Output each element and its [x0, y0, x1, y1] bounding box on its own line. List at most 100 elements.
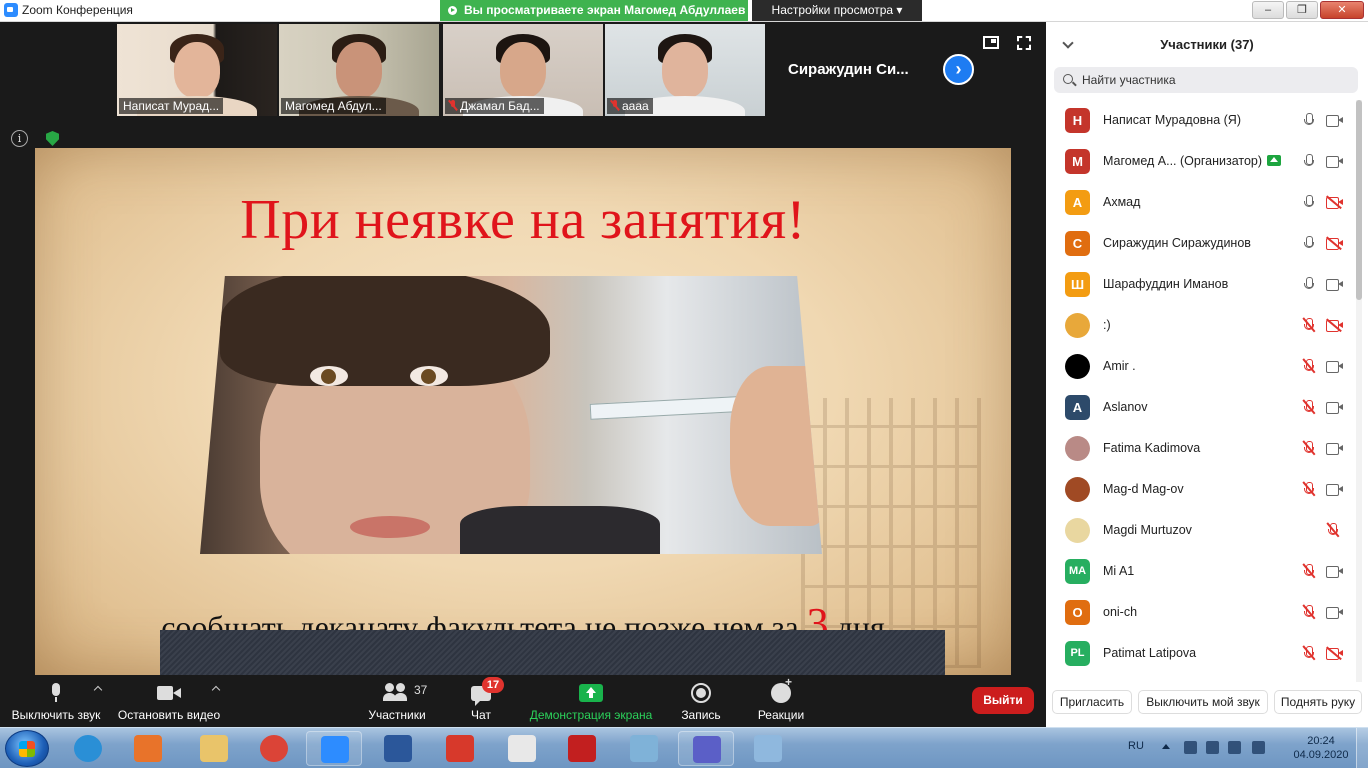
camera-icon[interactable]: [1326, 279, 1343, 291]
participant-search-input[interactable]: [1082, 71, 1352, 89]
camera-off-icon[interactable]: [1325, 318, 1343, 333]
taskbar-app-button[interactable]: [616, 731, 672, 766]
video-tile[interactable]: аааа: [605, 24, 765, 116]
participant-row[interactable]: Ooni-ch: [1046, 592, 1356, 633]
mic-muted-icon[interactable]: [1302, 399, 1316, 415]
taskbar-app-button[interactable]: [494, 731, 550, 766]
invite-button[interactable]: Пригласить: [1052, 690, 1132, 714]
taskbar-clock[interactable]: 20:24 04.09.2020: [1286, 734, 1356, 762]
network-icon[interactable]: [1228, 741, 1241, 754]
stop-video-button[interactable]: Остановить видео: [114, 675, 224, 727]
participant-row[interactable]: Magdi Murtuzov: [1046, 510, 1356, 551]
microphone-icon[interactable]: [1304, 154, 1314, 169]
scrollbar-thumb[interactable]: [1356, 100, 1362, 300]
microphone-icon[interactable]: [1304, 195, 1314, 210]
show-hidden-icons-icon[interactable]: [1162, 744, 1170, 749]
participant-row[interactable]: С Сиражудин Сиражудинов: [1046, 223, 1356, 264]
sharing-badge-icon: [1267, 155, 1282, 166]
camera-off-icon[interactable]: [1325, 646, 1343, 661]
participant-row[interactable]: Amir .: [1046, 346, 1356, 387]
mic-muted-icon[interactable]: [1302, 358, 1316, 374]
mic-muted-icon[interactable]: [1302, 563, 1316, 579]
taskbar-app-button[interactable]: [678, 731, 734, 766]
leave-meeting-button[interactable]: Выйти: [972, 687, 1034, 714]
camera-off-icon[interactable]: [1325, 236, 1343, 251]
chrome-icon: [260, 735, 288, 762]
taskbar-app-button[interactable]: [306, 731, 362, 766]
participant-search[interactable]: [1054, 67, 1358, 93]
participant-row[interactable]: MA Mi A1: [1046, 551, 1356, 592]
name-only-tile[interactable]: Сиражудин Си...: [770, 24, 940, 116]
mute-me-button[interactable]: Выключить мой звук: [1138, 690, 1268, 714]
taskbar-app-button[interactable]: [120, 731, 176, 766]
participants-panel: Участники (37) Н Написат Мурадовна (Я) М Ма…: [1046, 22, 1368, 727]
mic-muted-icon[interactable]: [1302, 481, 1316, 497]
language-indicator[interactable]: RU: [1128, 740, 1144, 752]
window-title-bar: Zoom Конференция Вы просматриваете экран…: [0, 0, 1368, 22]
avatar: М: [1065, 149, 1090, 174]
next-page-arrow-icon[interactable]: ›: [943, 54, 974, 85]
microphone-icon[interactable]: [1304, 277, 1314, 292]
microphone-icon[interactable]: [1304, 236, 1314, 251]
participants-scrollbar[interactable]: [1356, 100, 1362, 682]
switch-view-icon[interactable]: [983, 36, 999, 49]
participant-row[interactable]: А Ахмад: [1046, 182, 1356, 223]
show-desktop-button[interactable]: [1356, 728, 1368, 768]
participant-name: Ахмад: [1103, 195, 1141, 209]
taskbar-app-button[interactable]: [246, 731, 302, 766]
mic-muted-icon[interactable]: [1302, 317, 1316, 333]
meeting-info-icon[interactable]: i: [11, 130, 28, 147]
camera-icon[interactable]: [1326, 402, 1343, 414]
action-center-icon[interactable]: [1252, 741, 1265, 754]
participant-row[interactable]: Mag-d Mag-ov: [1046, 469, 1356, 510]
fullscreen-icon[interactable]: [1017, 36, 1031, 50]
participant-row[interactable]: М Магомед А... (Организатор): [1046, 141, 1356, 182]
participant-name: Aslanov: [1103, 400, 1148, 414]
camera-icon[interactable]: [1326, 607, 1343, 619]
maximize-button[interactable]: ❐: [1286, 1, 1318, 19]
minimize-button[interactable]: –: [1252, 1, 1284, 19]
participant-row[interactable]: :): [1046, 305, 1356, 346]
taskbar-app-button[interactable]: [370, 731, 426, 766]
tray-app-icon[interactable]: [1184, 741, 1197, 754]
slide-overlay-bar: [160, 630, 945, 675]
meeting-toolbar: Выключить звук Остановить видео 37 Участ…: [0, 675, 1046, 727]
camera-icon[interactable]: [1326, 566, 1343, 578]
taskbar-app-button[interactable]: [740, 731, 796, 766]
video-tile[interactable]: Джамал Бад...: [443, 24, 603, 116]
mic-muted-icon[interactable]: [1302, 645, 1316, 661]
camera-icon[interactable]: [1326, 443, 1343, 455]
camera-icon[interactable]: [1326, 361, 1343, 373]
microphone-icon[interactable]: [1304, 113, 1314, 128]
participant-row[interactable]: A Aslanov: [1046, 387, 1356, 428]
mic-muted-icon[interactable]: [1302, 604, 1316, 620]
participant-row[interactable]: Fatima Kadimova: [1046, 428, 1356, 469]
view-options-dropdown[interactable]: Настройки просмотра ▾: [752, 0, 922, 21]
video-tile[interactable]: Написат Мурад...: [117, 24, 277, 116]
participant-row[interactable]: Ш Шарафуддин Иманов: [1046, 264, 1356, 305]
camera-icon[interactable]: [1326, 115, 1343, 127]
taskbar-app-button[interactable]: [554, 731, 610, 766]
mic-muted-icon[interactable]: [1302, 440, 1316, 456]
camera-off-icon[interactable]: [1325, 195, 1343, 210]
start-button[interactable]: [5, 730, 49, 767]
mic-muted-icon[interactable]: [1326, 522, 1340, 538]
mute-button[interactable]: Выключить звук: [6, 675, 106, 727]
camera-icon[interactable]: [1326, 156, 1343, 168]
chat-button[interactable]: 17 Чат: [452, 675, 510, 727]
volume-icon[interactable]: [1206, 741, 1219, 754]
taskbar-app-button[interactable]: [60, 731, 116, 766]
video-tile-active-speaker[interactable]: Магомед Абдул...: [279, 24, 439, 116]
tile-name: Магомед Абдул...: [281, 98, 386, 114]
participant-row[interactable]: Н Написат Мурадовна (Я): [1046, 100, 1356, 141]
camera-icon[interactable]: [1326, 484, 1343, 496]
taskbar-app-button[interactable]: [186, 731, 242, 766]
record-button[interactable]: Запись: [672, 675, 730, 727]
participants-button[interactable]: 37 Участники: [362, 675, 432, 727]
participant-row[interactable]: PL Patimat Latipova: [1046, 633, 1356, 674]
reactions-button[interactable]: Реакции: [750, 675, 812, 727]
share-screen-button[interactable]: Демонстрация экрана: [526, 675, 656, 727]
taskbar-app-button[interactable]: [432, 731, 488, 766]
raise-hand-button[interactable]: Поднять руку: [1274, 690, 1362, 714]
close-button[interactable]: ✕: [1320, 1, 1364, 19]
